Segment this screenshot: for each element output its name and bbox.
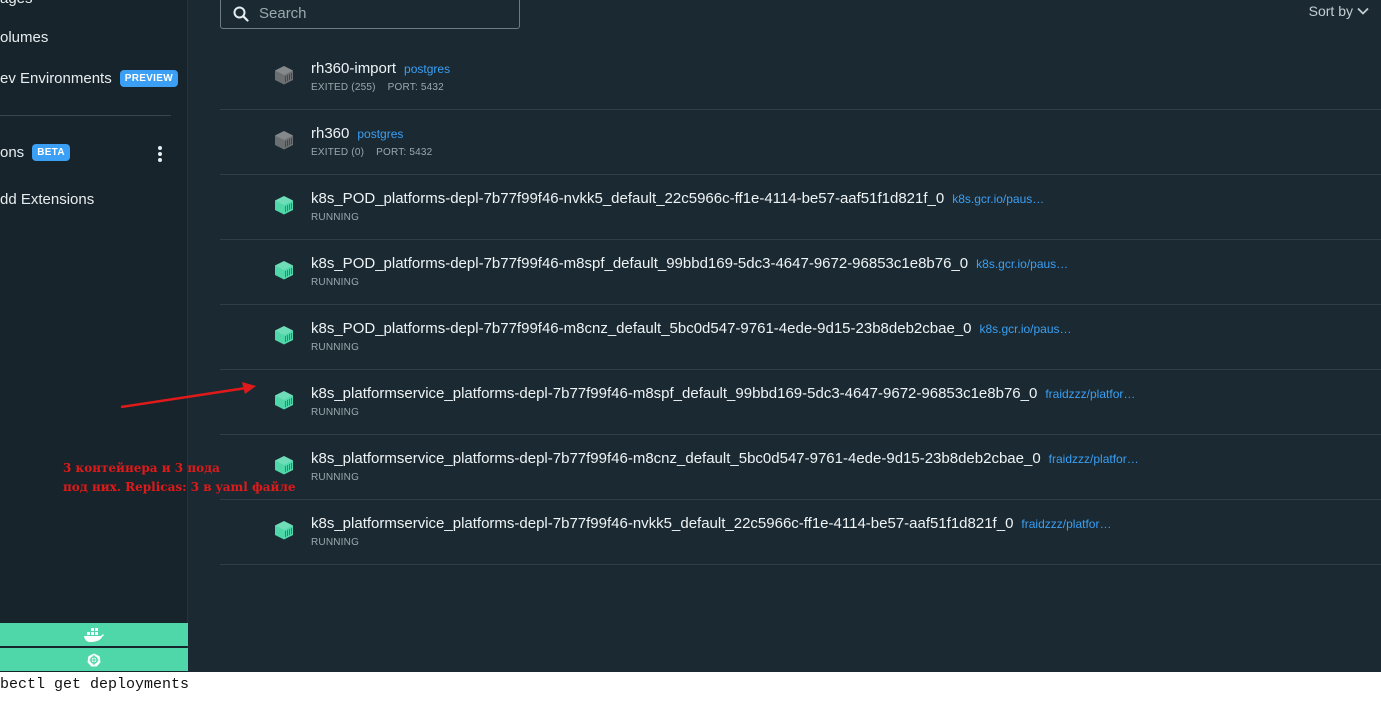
container-status: RUNNING bbox=[311, 407, 360, 418]
container-icon bbox=[275, 391, 293, 410]
container-image-link[interactable]: k8s.gcr.io/paus… bbox=[979, 322, 1071, 336]
container-icon bbox=[275, 261, 293, 280]
containers-main: Sort by rh360-import postgres EXITED (255)… bbox=[188, 0, 1381, 672]
kubernetes-status-bar[interactable] bbox=[0, 648, 188, 671]
container-status: EXITED (255) bbox=[311, 82, 376, 93]
container-name: k8s_POD_platforms-depl-7b77f99f46-m8cnz_… bbox=[311, 320, 972, 337]
container-name: k8s_platformservice_platforms-depl-7b77f… bbox=[311, 385, 1038, 402]
container-icon bbox=[275, 521, 293, 540]
search-input[interactable] bbox=[259, 5, 499, 22]
sidebar-item-dev-environments[interactable]: ev Environments PREVIEW bbox=[0, 70, 178, 87]
container-row[interactable]: k8s_platformservice_platforms-depl-7b77f… bbox=[220, 435, 1381, 500]
container-row[interactable]: rh360-import postgres EXITED (255) PORT: 54… bbox=[220, 45, 1381, 110]
container-row[interactable]: k8s_POD_platforms-depl-7b77f99f46-m8cnz_… bbox=[220, 305, 1381, 370]
search-field bbox=[220, 0, 520, 29]
container-image-link[interactable]: k8s.gcr.io/paus… bbox=[976, 257, 1068, 271]
container-row[interactable]: k8s_POD_platforms-depl-7b77f99f46-m8spf_… bbox=[220, 240, 1381, 305]
container-image-link[interactable]: fraidzzz/platfor… bbox=[1049, 452, 1139, 466]
container-list: rh360-import postgres EXITED (255) PORT: 54… bbox=[220, 45, 1381, 565]
container-icon bbox=[275, 196, 293, 215]
sidebar-item-extensions[interactable]: ons BETA bbox=[0, 144, 70, 161]
engine-status-bar[interactable] bbox=[0, 623, 188, 646]
docker-whale-icon bbox=[84, 627, 104, 642]
container-name: k8s_platformservice_platforms-depl-7b77f… bbox=[311, 450, 1041, 467]
sidebar-item-label: ev Environments bbox=[0, 70, 112, 87]
annotation-note: 3 контейнера и 3 пода под них. Replicas:… bbox=[63, 459, 296, 497]
sidebar-item-label: dd Extensions bbox=[0, 191, 95, 208]
beta-badge: BETA bbox=[32, 144, 70, 161]
container-icon bbox=[275, 131, 293, 150]
container-image-link[interactable]: k8s.gcr.io/paus… bbox=[952, 192, 1044, 206]
container-name: k8s_platformservice_platforms-depl-7b77f… bbox=[311, 515, 1014, 532]
sidebar-item-images[interactable]: ages bbox=[0, 0, 33, 7]
sidebar: ages olumes ev Environments PREVIEW ons … bbox=[0, 0, 188, 672]
sort-by-label: Sort by bbox=[1308, 3, 1353, 19]
container-row[interactable]: k8s_platformservice_platforms-depl-7b77f… bbox=[220, 500, 1381, 565]
annotation-line-1: 3 контейнера и 3 пода bbox=[63, 461, 220, 475]
container-port: PORT: 5432 bbox=[387, 82, 444, 93]
container-image-link[interactable]: fraidzzz/platfor… bbox=[1021, 517, 1111, 531]
container-name: rh360 bbox=[311, 125, 350, 142]
container-status: RUNNING bbox=[311, 537, 360, 548]
container-image-link[interactable]: fraidzzz/platfor… bbox=[1045, 387, 1135, 401]
sidebar-item-add-extensions[interactable]: dd Extensions bbox=[0, 191, 94, 208]
sidebar-item-label: ons bbox=[0, 144, 25, 161]
container-port: PORT: 5432 bbox=[376, 147, 433, 158]
preview-badge: PREVIEW bbox=[119, 70, 178, 87]
container-status: RUNNING bbox=[311, 212, 360, 223]
sort-by-dropdown[interactable]: Sort by bbox=[1309, 3, 1369, 19]
container-row[interactable]: k8s_POD_platforms-depl-7b77f99f46-nvkk5_… bbox=[220, 175, 1381, 240]
sidebar-divider bbox=[0, 115, 171, 116]
terminal-command: bectl get deployments bbox=[0, 676, 190, 693]
sidebar-item-label: ages bbox=[0, 0, 33, 7]
container-row[interactable]: k8s_platformservice_platforms-depl-7b77f… bbox=[220, 370, 1381, 435]
sidebar-item-label: olumes bbox=[0, 29, 49, 46]
search-icon bbox=[233, 6, 249, 22]
container-icon bbox=[275, 66, 293, 85]
container-image-link[interactable]: postgres bbox=[404, 62, 450, 76]
kubernetes-icon bbox=[87, 653, 101, 666]
annotation-line-2: под них. Replicas: 3 в yaml файле bbox=[63, 480, 296, 494]
container-status: RUNNING bbox=[311, 472, 360, 483]
docker-desktop-window: ages olumes ev Environments PREVIEW ons … bbox=[0, 0, 1381, 672]
container-name: k8s_POD_platforms-depl-7b77f99f46-m8spf_… bbox=[311, 255, 969, 272]
sidebar-item-volumes[interactable]: olumes bbox=[0, 29, 48, 46]
container-row[interactable]: rh360 postgres EXITED (0) PORT: 5432 bbox=[220, 110, 1381, 175]
container-status: EXITED (0) bbox=[311, 147, 365, 158]
more-options-icon[interactable] bbox=[152, 144, 168, 164]
container-status: RUNNING bbox=[311, 277, 360, 288]
container-name: rh360-import bbox=[311, 60, 397, 77]
container-image-link[interactable]: postgres bbox=[357, 127, 403, 141]
container-name: k8s_POD_platforms-depl-7b77f99f46-nvkk5_… bbox=[311, 190, 945, 207]
container-icon bbox=[275, 326, 293, 345]
chevron-down-icon bbox=[1357, 7, 1369, 15]
container-status: RUNNING bbox=[311, 342, 360, 353]
